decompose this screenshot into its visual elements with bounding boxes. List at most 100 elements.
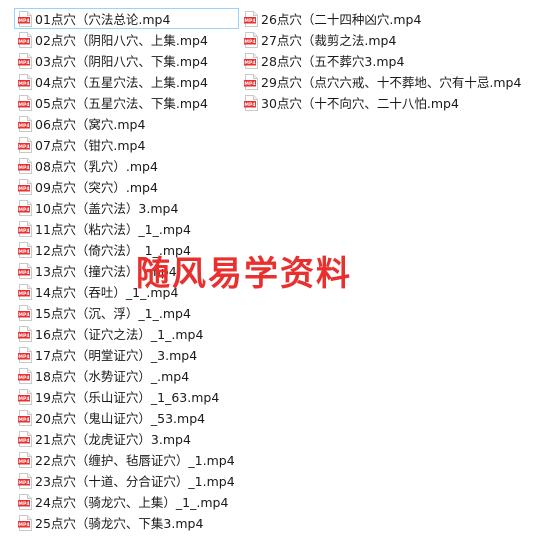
file-name: 25点穴（骑龙穴、下集3.mp4 <box>35 516 204 531</box>
file-item[interactable]: MP4 03点穴（阴阳八穴、下集.mp4 <box>14 50 239 71</box>
svg-text:MP4: MP4 <box>18 186 29 192</box>
file-name: 20点穴（鬼山证穴）_53.mp4 <box>35 411 206 426</box>
file-item[interactable]: MP4 15点穴（沉、浮）_1_.mp4 <box>14 302 239 323</box>
file-item[interactable]: MP4 25点穴（骑龙穴、下集3.mp4 <box>14 512 239 533</box>
svg-text:MP4: MP4 <box>18 18 29 24</box>
mp4-file-icon: MP4 <box>18 10 32 27</box>
file-item[interactable]: MP4 18点穴（水势证穴）_.mp4 <box>14 365 239 386</box>
mp4-file-icon: MP4 <box>18 199 32 216</box>
mp4-file-icon: MP4 <box>244 31 258 48</box>
mp4-file-icon: MP4 <box>18 430 32 447</box>
file-name: 02点穴（阴阳八穴、上集.mp4 <box>35 33 208 48</box>
svg-text:MP4: MP4 <box>18 270 29 276</box>
mp4-file-icon: MP4 <box>18 136 32 153</box>
file-name: 01点穴（穴法总论.mp4 <box>35 12 171 27</box>
svg-text:MP4: MP4 <box>18 144 29 150</box>
mp4-file-icon: MP4 <box>18 94 32 111</box>
svg-text:MP4: MP4 <box>18 459 29 465</box>
svg-text:MP4: MP4 <box>244 60 255 66</box>
svg-text:MP4: MP4 <box>18 249 29 255</box>
mp4-file-icon: MP4 <box>18 283 32 300</box>
mp4-file-icon: MP4 <box>18 451 32 468</box>
mp4-file-icon: MP4 <box>18 262 32 279</box>
svg-text:MP4: MP4 <box>18 417 29 423</box>
svg-text:MP4: MP4 <box>18 438 29 444</box>
mp4-file-icon: MP4 <box>18 409 32 426</box>
svg-text:MP4: MP4 <box>18 102 29 108</box>
file-name: 04点穴（五星穴法、上集.mp4 <box>35 75 208 90</box>
svg-text:MP4: MP4 <box>18 375 29 381</box>
file-name: 16点穴（证穴之法）_1_.mp4 <box>35 327 204 342</box>
svg-text:MP4: MP4 <box>18 81 29 87</box>
file-item[interactable]: MP4 10点穴（盖穴法）3.mp4 <box>14 197 239 218</box>
file-item[interactable]: MP4 28点穴（五不葬穴3.mp4 <box>240 50 525 71</box>
svg-text:MP4: MP4 <box>18 228 29 234</box>
file-item[interactable]: MP4 05点穴（五星穴法、下集.mp4 <box>14 92 239 113</box>
file-name: 21点穴（龙虎证穴）3.mp4 <box>35 432 191 447</box>
watermark-text: 随风易学资料 <box>136 254 352 294</box>
mp4-file-icon: MP4 <box>18 472 32 489</box>
mp4-file-icon: MP4 <box>244 94 258 111</box>
file-item[interactable]: MP4 04点穴（五星穴法、上集.mp4 <box>14 71 239 92</box>
file-name: 23点穴（十道、分合证穴）_1.mp4 <box>35 474 235 489</box>
mp4-file-icon: MP4 <box>18 493 32 510</box>
mp4-file-icon: MP4 <box>18 304 32 321</box>
mp4-file-icon: MP4 <box>18 325 32 342</box>
file-item[interactable]: MP4 26点穴（二十四种凶穴.mp4 <box>240 8 525 29</box>
svg-text:MP4: MP4 <box>18 354 29 360</box>
file-item[interactable]: MP4 08点穴（乳穴）.mp4 <box>14 155 239 176</box>
file-name: 06点穴（窝穴.mp4 <box>35 117 146 132</box>
file-item[interactable]: MP4 11点穴（粘穴法）_1_.mp4 <box>14 218 239 239</box>
mp4-file-icon: MP4 <box>18 157 32 174</box>
file-item[interactable]: MP4 07点穴（钳穴.mp4 <box>14 134 239 155</box>
file-item[interactable]: MP4 20点穴（鬼山证穴）_53.mp4 <box>14 407 239 428</box>
mp4-file-icon: MP4 <box>18 73 32 90</box>
file-name: 18点穴（水势证穴）_.mp4 <box>35 369 190 384</box>
mp4-file-icon: MP4 <box>18 31 32 48</box>
file-name: 09点穴（突穴）.mp4 <box>35 180 158 195</box>
svg-text:MP4: MP4 <box>244 18 255 24</box>
svg-text:MP4: MP4 <box>18 333 29 339</box>
file-name: 08点穴（乳穴）.mp4 <box>35 159 158 174</box>
mp4-file-icon: MP4 <box>18 367 32 384</box>
svg-text:MP4: MP4 <box>18 39 29 45</box>
file-item[interactable]: MP4 02点穴（阴阳八穴、上集.mp4 <box>14 29 239 50</box>
file-item[interactable]: MP4 24点穴（骑龙穴、上集）_1_.mp4 <box>14 491 239 512</box>
svg-text:MP4: MP4 <box>18 60 29 66</box>
svg-text:MP4: MP4 <box>18 312 29 318</box>
mp4-file-icon: MP4 <box>244 52 258 69</box>
mp4-file-icon: MP4 <box>244 10 258 27</box>
file-item[interactable]: MP4 19点穴（乐山证穴）_1_63.mp4 <box>14 386 239 407</box>
file-name: 26点穴（二十四种凶穴.mp4 <box>261 12 422 27</box>
file-item[interactable]: MP4 30点穴（十不向穴、二十八怕.mp4 <box>240 92 525 113</box>
svg-text:MP4: MP4 <box>18 123 29 129</box>
file-item[interactable]: MP4 21点穴（龙虎证穴）3.mp4 <box>14 428 239 449</box>
file-item[interactable]: MP4 16点穴（证穴之法）_1_.mp4 <box>14 323 239 344</box>
mp4-file-icon: MP4 <box>18 346 32 363</box>
file-item[interactable]: MP4 17点穴（明堂证穴）_3.mp4 <box>14 344 239 365</box>
file-item[interactable]: MP4 29点穴（点穴六戒、十不葬地、穴有十忌.mp4 <box>240 71 525 92</box>
mp4-file-icon: MP4 <box>18 178 32 195</box>
mp4-file-icon: MP4 <box>18 388 32 405</box>
mp4-file-icon: MP4 <box>244 73 258 90</box>
file-item[interactable]: MP4 22点穴（缠护、毡唇证穴）_1.mp4 <box>14 449 239 470</box>
svg-text:MP4: MP4 <box>18 396 29 402</box>
file-item[interactable]: MP4 01点穴（穴法总论.mp4 <box>14 8 239 29</box>
file-name: 17点穴（明堂证穴）_3.mp4 <box>35 348 198 363</box>
file-name: 15点穴（沉、浮）_1_.mp4 <box>35 306 191 321</box>
file-name: 19点穴（乐山证穴）_1_63.mp4 <box>35 390 220 405</box>
file-item[interactable]: MP4 06点穴（窝穴.mp4 <box>14 113 239 134</box>
file-name: 27点穴（裁剪之法.mp4 <box>261 33 397 48</box>
file-item[interactable]: MP4 23点穴（十道、分合证穴）_1.mp4 <box>14 470 239 491</box>
file-item[interactable]: MP4 09点穴（突穴）.mp4 <box>14 176 239 197</box>
svg-text:MP4: MP4 <box>244 39 255 45</box>
mp4-file-icon: MP4 <box>18 115 32 132</box>
mp4-file-icon: MP4 <box>18 220 32 237</box>
svg-text:MP4: MP4 <box>18 522 29 528</box>
svg-text:MP4: MP4 <box>18 165 29 171</box>
file-name: 24点穴（骑龙穴、上集）_1_.mp4 <box>35 495 229 510</box>
file-name: 30点穴（十不向穴、二十八怕.mp4 <box>261 96 459 111</box>
file-item[interactable]: MP4 27点穴（裁剪之法.mp4 <box>240 29 525 50</box>
svg-text:MP4: MP4 <box>18 291 29 297</box>
file-name: 22点穴（缠护、毡唇证穴）_1.mp4 <box>35 453 235 468</box>
